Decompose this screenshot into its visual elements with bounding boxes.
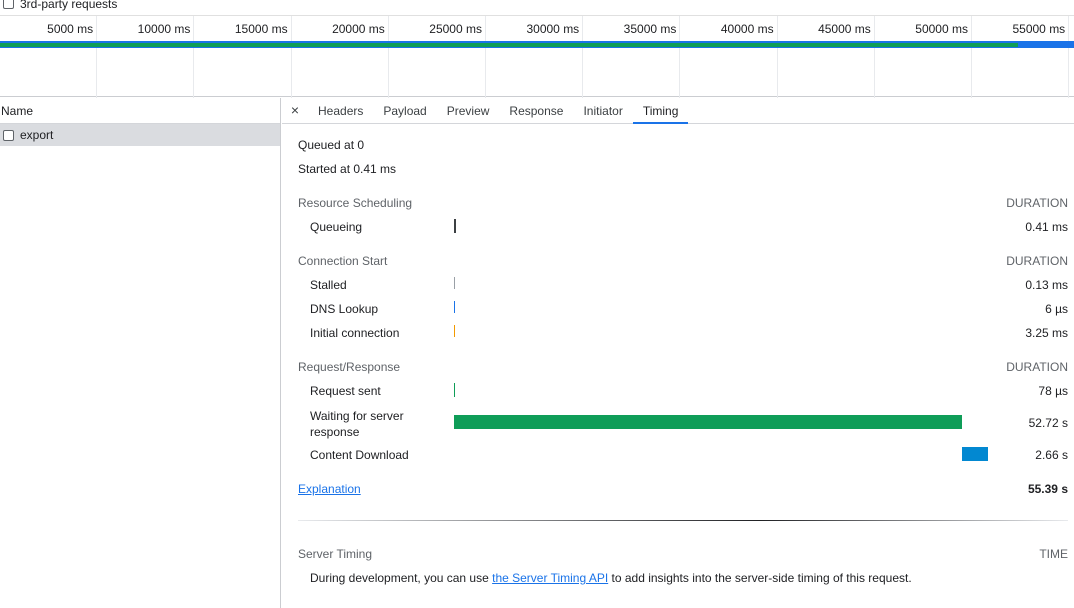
request-details-panel: × Headers Payload Preview Response Initi…: [282, 98, 1074, 608]
timeline-tick-label: 20000 ms: [332, 22, 385, 36]
tab-response[interactable]: Response: [499, 98, 573, 123]
server-timing-api-link[interactable]: the Server Timing API: [492, 571, 608, 585]
timeline-tick-label: 5000 ms: [47, 22, 94, 36]
timeline-tick-label: 50000 ms: [915, 22, 968, 36]
timeline-tick-label: 15000 ms: [234, 22, 288, 36]
timeline-tick: 55000 ms: [972, 16, 1070, 98]
connection-start-title: Connection Start: [298, 254, 388, 268]
content-download-bar: [962, 447, 988, 461]
queued-at-text: Queued at 0: [298, 138, 365, 152]
time-header: TIME: [1039, 547, 1068, 561]
request-list-panel: Name export: [0, 98, 281, 608]
tab-payload[interactable]: Payload: [373, 98, 436, 123]
initial-connection-label: Initial connection: [310, 326, 400, 340]
timeline-tick-label: 55000 ms: [1012, 22, 1066, 36]
duration-header: DURATION: [1006, 254, 1068, 268]
dns-lookup-value: 6 µs: [1045, 302, 1068, 316]
stalled-label: Stalled: [310, 278, 347, 292]
server-timing-title: Server Timing: [298, 547, 373, 561]
timeline-tick: 20000 ms: [292, 16, 389, 98]
divider: [298, 520, 1068, 521]
timeline-tick-label: 40000 ms: [720, 22, 774, 36]
dns-lookup-label: DNS Lookup: [310, 302, 379, 316]
stalled-bar: [454, 277, 455, 289]
timeline-tick: 30000 ms: [486, 16, 584, 98]
timeline-tick-label: 35000 ms: [623, 22, 677, 36]
timeline-tick-label: 30000 ms: [526, 22, 580, 36]
duration-header: DURATION: [1006, 360, 1068, 374]
request-sent-bar: [454, 383, 455, 397]
timeline-tick: 50000 ms: [875, 16, 972, 98]
timeline-tick: 35000 ms: [583, 16, 681, 98]
server-timing-description: During development, you can use the Serv…: [310, 571, 912, 585]
overview-timeline[interactable]: 5000 ms 10000 ms 15000 ms 20000 ms 25000 ms 3…: [0, 15, 1074, 98]
waiting-bar: [454, 415, 962, 429]
request-sent-label: Request sent: [310, 384, 381, 398]
waiting-value: 52.72 s: [1028, 416, 1068, 430]
timeline-tick: 25000 ms: [389, 16, 486, 98]
stalled-value: 0.13 ms: [1025, 278, 1068, 292]
server-timing-desc-before: During development, you can use: [310, 571, 493, 585]
overview-waiting-bar: [0, 43, 1018, 47]
tab-initiator[interactable]: Initiator: [573, 98, 632, 123]
tab-timing[interactable]: Timing: [632, 98, 689, 124]
started-at-text: Started at 0.41 ms: [298, 162, 397, 176]
waiting-label: Waiting for server response: [310, 409, 404, 439]
close-icon[interactable]: ×: [282, 98, 308, 123]
dns-lookup-bar: [454, 301, 455, 313]
timeline-tick-label: 25000 ms: [429, 22, 482, 36]
total-duration: 55.39 s: [1027, 482, 1068, 496]
explanation-link[interactable]: Explanation: [298, 482, 361, 496]
details-tabbar: × Headers Payload Preview Response Initi…: [282, 98, 1074, 124]
tab-preview[interactable]: Preview: [437, 98, 500, 123]
tab-headers[interactable]: Headers: [308, 98, 373, 123]
third-party-label: 3rd-party requests: [20, 0, 118, 11]
queueing-value: 0.41 ms: [1025, 220, 1068, 234]
queueing-bar: [454, 219, 456, 233]
filter-bar: 3rd-party requests: [0, 0, 1074, 15]
third-party-checkbox[interactable]: [3, 0, 14, 9]
initial-connection-bar: [454, 325, 455, 337]
content-download-value: 2.66 s: [1035, 448, 1068, 462]
name-column-header[interactable]: Name: [0, 98, 280, 124]
duration-header: DURATION: [1006, 196, 1068, 210]
request-name: export: [20, 128, 54, 142]
timeline-tick: 40000 ms: [680, 16, 778, 98]
queueing-label: Queueing: [310, 220, 363, 234]
timeline-tick: 15000 ms: [194, 16, 292, 98]
timeline-tick: 5000 ms: [0, 16, 98, 98]
initial-connection-value: 3.25 ms: [1025, 326, 1068, 340]
request-row-export[interactable]: export: [0, 124, 280, 146]
content-download-label: Content Download: [310, 448, 409, 462]
timeline-ticks: 5000 ms 10000 ms 15000 ms 20000 ms 25000 ms 3…: [0, 16, 1074, 98]
request-checkbox[interactable]: [3, 129, 14, 141]
timeline-tick: 45000 ms: [778, 16, 875, 98]
resource-scheduling-title: Resource Scheduling: [298, 196, 413, 210]
server-timing-desc-after: to add insights into the server-side tim…: [608, 571, 912, 585]
timeline-tick: 10000 ms: [97, 16, 195, 98]
timeline-tick-label: 45000 ms: [818, 22, 871, 36]
timeline-tick-label: 10000 ms: [137, 22, 191, 36]
request-response-title: Request/Response: [298, 360, 401, 374]
request-sent-value: 78 µs: [1038, 384, 1068, 398]
